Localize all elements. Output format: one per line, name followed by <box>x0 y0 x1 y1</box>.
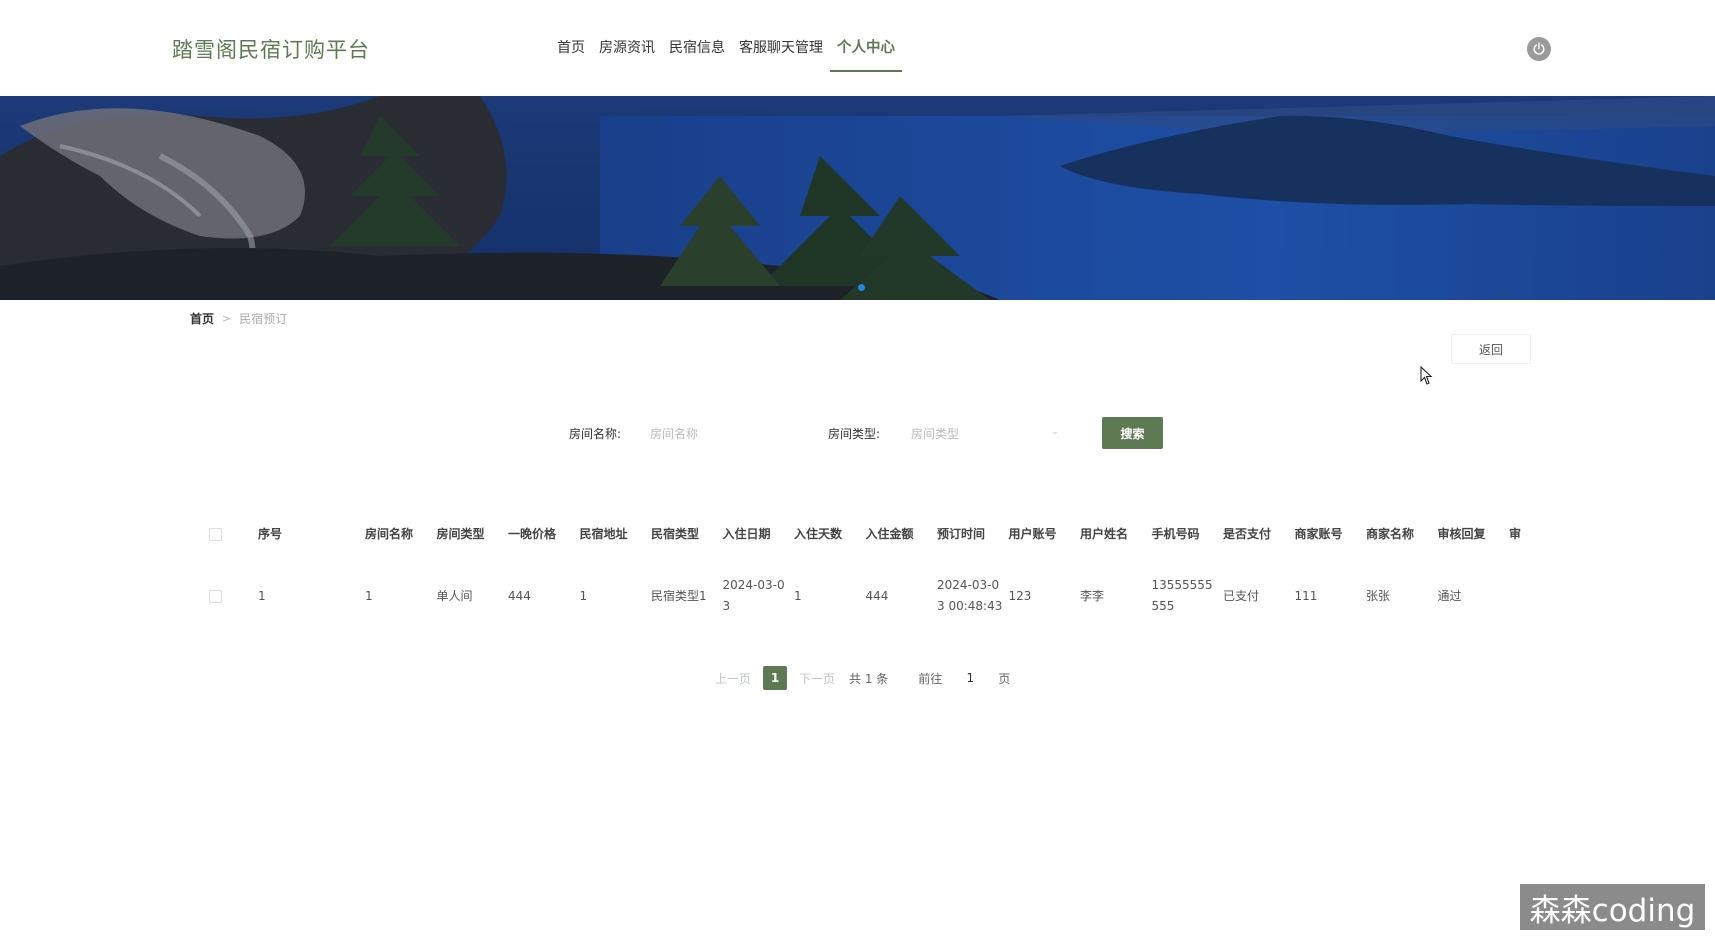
column-header: 房间类型 <box>436 526 485 541</box>
room-name-label: 房间名称: <box>569 427 622 441</box>
column-header: 民宿类型 <box>651 526 700 541</box>
room-type-label: 房间类型: <box>828 427 881 441</box>
column-header: 商家账号 <box>1294 526 1343 541</box>
table-cell: 张张 <box>1366 588 1391 603</box>
pagination: 上一页 1 下一页 共 1 条 前往 1 页 <box>711 666 1010 690</box>
banner-carousel[interactable] <box>0 96 1715 300</box>
select-all-checkbox[interactable] <box>209 527 222 541</box>
banner-image <box>0 96 1715 300</box>
mouse-cursor-icon <box>1420 366 1433 385</box>
breadcrumb: 首页 > 民宿预订 <box>190 310 287 327</box>
column-header: 审 <box>1509 526 1522 541</box>
page-number-button[interactable]: 1 <box>763 666 788 690</box>
room-type-select[interactable]: 房间类型 ⌄ <box>903 417 1063 449</box>
table-cell: 2024-03-03 <box>722 578 785 613</box>
table-cell: 444 <box>508 588 531 603</box>
column-header: 房间名称 <box>365 526 414 541</box>
header-checkbox-cell <box>190 527 254 541</box>
table-cell: 李李 <box>1080 588 1105 603</box>
nav-item-homestay-info[interactable]: 民宿信息 <box>662 0 732 96</box>
column-header: 一晚价格 <box>508 526 557 541</box>
page: 踏雪阁民宿订购平台 首页 房源资讯 民宿信息 客服聊天管理 个人中心 首页 > … <box>0 0 1715 942</box>
back-button[interactable]: 返回 <box>1451 334 1531 364</box>
column-header: 序号 <box>258 526 283 541</box>
column-header: 民宿地址 <box>579 526 628 541</box>
breadcrumb-separator: > <box>222 312 232 325</box>
goto-page-input[interactable]: 1 <box>948 666 992 690</box>
next-page-button[interactable]: 下一页 <box>795 670 839 687</box>
nav-item-personal-center[interactable]: 个人中心 <box>830 0 902 96</box>
nav-item-home[interactable]: 首页 <box>550 0 592 96</box>
chevron-down-icon: ⌄ <box>1050 426 1059 437</box>
table-cell: 444 <box>865 588 889 603</box>
power-icon <box>1533 42 1545 55</box>
breadcrumb-current: 民宿预订 <box>239 312 288 326</box>
carousel-indicator-dot[interactable] <box>858 284 865 291</box>
column-header: 用户账号 <box>1008 526 1057 541</box>
nav-item-chat-management[interactable]: 客服聊天管理 <box>732 0 830 96</box>
column-header: 入住天数 <box>794 526 843 541</box>
breadcrumb-home[interactable]: 首页 <box>190 310 214 327</box>
room-type-placeholder: 房间类型 <box>911 426 960 441</box>
goto-label: 前往 <box>918 671 943 686</box>
column-header: 入住日期 <box>722 526 771 541</box>
column-header: 手机号码 <box>1151 526 1200 541</box>
search-bar: 房间名称: 房间名称 房间类型: 房间类型 ⌄ 搜索 <box>0 417 1715 449</box>
table-header-row: 序号 房间名称 房间类型 一晚价格 民宿地址 民宿类型 入住日期 入住天数 入住… <box>190 512 1522 556</box>
booking-table: 序号 房间名称 房间类型 一晚价格 民宿地址 民宿类型 入住日期 入住天数 入住… <box>190 512 1522 636</box>
column-header: 审核回复 <box>1437 526 1486 541</box>
table-cell: 1 <box>794 588 802 603</box>
top-header: 踏雪阁民宿订购平台 首页 房源资讯 民宿信息 客服聊天管理 个人中心 <box>0 0 1715 96</box>
table-row[interactable]: 1 1 单人间 444 1 民宿类型1 2024-03-03 1 444 202… <box>190 556 1522 636</box>
nav-item-listing-news[interactable]: 房源资讯 <box>592 0 662 96</box>
table-cell: 111 <box>1294 588 1318 603</box>
table-cell: 单人间 <box>436 588 473 603</box>
page-unit-label: 页 <box>998 671 1011 686</box>
column-header: 商家名称 <box>1366 526 1415 541</box>
brand-title: 踏雪阁民宿订购平台 <box>172 38 370 62</box>
column-header: 入住金额 <box>865 526 914 541</box>
table-cell: 1 <box>365 588 373 603</box>
table-cell: 13555555555 <box>1151 578 1213 613</box>
room-name-input[interactable]: 房间名称 <box>642 417 802 449</box>
prev-page-button[interactable]: 上一页 <box>711 670 755 687</box>
row-checkbox-cell <box>190 589 254 603</box>
column-header: 用户姓名 <box>1080 526 1129 541</box>
table-cell: 2024-03-03 00:48:43 <box>937 578 1003 613</box>
column-header: 是否支付 <box>1223 526 1272 541</box>
total-count: 共 1 条 <box>849 671 889 686</box>
table-cell: 通过 <box>1437 588 1462 603</box>
table-cell: 民宿类型1 <box>651 588 707 603</box>
row-checkbox[interactable] <box>209 589 222 603</box>
table-cell: 1 <box>579 588 588 603</box>
table-cell: 已支付 <box>1223 588 1260 603</box>
table-cell: 1 <box>258 588 266 603</box>
column-header: 预订时间 <box>937 526 986 541</box>
main-nav: 首页 房源资讯 民宿信息 客服聊天管理 个人中心 <box>550 0 902 96</box>
search-button[interactable]: 搜索 <box>1102 417 1163 449</box>
logout-button[interactable] <box>1527 37 1551 61</box>
table-cell: 123 <box>1008 588 1032 603</box>
watermark: 森森coding <box>1520 884 1705 930</box>
